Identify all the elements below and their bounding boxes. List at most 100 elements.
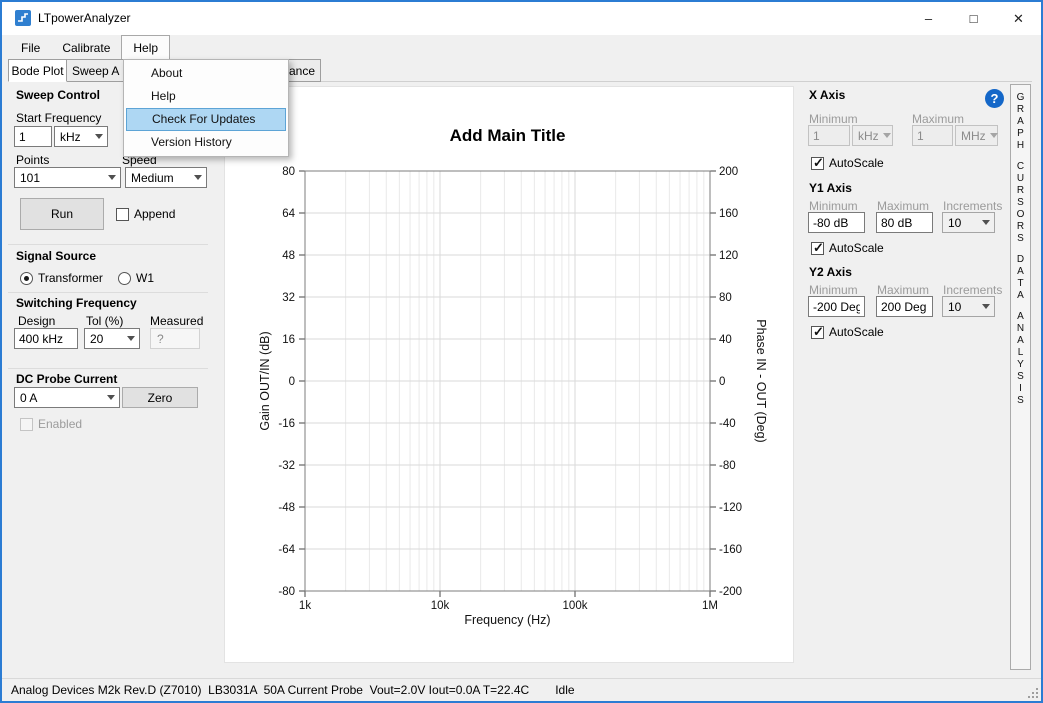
svg-text:-200: -200	[719, 586, 742, 598]
start-frequency-input[interactable]	[14, 126, 52, 147]
tab-bode-plot[interactable]: Bode Plot	[8, 59, 67, 82]
speed-select[interactable]: Medium	[125, 167, 207, 188]
svg-text:-48: -48	[278, 502, 295, 514]
side-tab-analysis[interactable]: ANALYSIS	[1015, 311, 1026, 407]
dc-probe-current-value: 0 A	[20, 391, 37, 405]
svg-text:Add Main Title: Add Main Title	[450, 126, 566, 145]
y1-increments-label: Increments	[943, 199, 1002, 213]
tolerance-select[interactable]: 20	[84, 328, 140, 349]
chevron-down-icon	[982, 304, 990, 309]
speed-value: Medium	[131, 171, 174, 185]
start-frequency-unit-value: kHz	[60, 130, 81, 144]
y2-autoscale-label: AutoScale	[829, 325, 884, 339]
transformer-radio-dot	[20, 272, 33, 285]
maximize-button[interactable]: □	[951, 2, 996, 35]
zero-button[interactable]: Zero	[122, 387, 198, 408]
append-label: Append	[134, 207, 175, 221]
signal-source-title: Signal Source	[16, 249, 96, 263]
transformer-radio[interactable]: Transformer	[20, 271, 103, 285]
minimize-button[interactable]: –	[906, 2, 951, 35]
x-axis-title: X Axis	[809, 88, 845, 102]
append-checkbox[interactable]: Append	[116, 207, 175, 221]
svg-text:40: 40	[719, 334, 732, 346]
close-button[interactable]: ✕	[996, 2, 1041, 35]
enabled-label: Enabled	[38, 417, 82, 431]
menu-item-version-history[interactable]: Version History	[126, 131, 286, 154]
enabled-checkbox-box	[20, 418, 33, 431]
y1-autoscale-label: AutoScale	[829, 241, 884, 255]
menu-help[interactable]: Help	[121, 35, 170, 61]
menu-calibrate[interactable]: Calibrate	[51, 35, 121, 61]
menu-item-help[interactable]: Help	[126, 85, 286, 108]
enabled-checkbox: Enabled	[20, 417, 82, 431]
y2-increments-value: 10	[948, 300, 961, 314]
y1-increments-select[interactable]: 10	[942, 212, 995, 233]
w1-radio[interactable]: W1	[118, 271, 154, 285]
x-autoscale-label: AutoScale	[829, 156, 884, 170]
side-tab-strip: GRAPH CURSORS DATA ANALYSIS	[1010, 84, 1031, 670]
chevron-down-icon	[194, 175, 202, 180]
y1-minimum-label: Minimum	[809, 199, 858, 213]
y2-minimum-input[interactable]	[808, 296, 865, 317]
design-frequency-input[interactable]	[14, 328, 78, 349]
start-frequency-unit-select[interactable]: kHz	[54, 126, 108, 147]
svg-text:1k: 1k	[299, 600, 311, 612]
svg-text:Gain OUT/IN (dB): Gain OUT/IN (dB)	[258, 331, 272, 430]
transformer-radio-label: Transformer	[38, 271, 103, 285]
menu-item-about[interactable]: About	[126, 62, 286, 85]
section-divider	[8, 368, 208, 369]
y1-minimum-input[interactable]	[808, 212, 865, 233]
window-title: LTpowerAnalyzer	[38, 2, 130, 35]
help-icon[interactable]: ?	[985, 89, 1004, 108]
menu-file[interactable]: File	[10, 35, 51, 61]
svg-text:Phase IN - OUT (Deg): Phase IN - OUT (Deg)	[754, 319, 768, 442]
status-state-text: Idle	[555, 683, 574, 697]
svg-text:48: 48	[282, 250, 295, 262]
help-menu-dropdown: About Help Check For Updates Version His…	[123, 59, 289, 157]
y2-maximum-input[interactable]	[876, 296, 933, 317]
measured-value-box: ?	[150, 328, 200, 349]
section-divider	[8, 244, 208, 245]
y1-maximum-input[interactable]	[876, 212, 933, 233]
side-tab-graph[interactable]: GRAPH	[1015, 92, 1026, 152]
x-minimum-label: Minimum	[809, 112, 858, 126]
resize-grip[interactable]	[1026, 686, 1039, 699]
svg-text:-80: -80	[278, 586, 295, 598]
y2-maximum-label: Maximum	[877, 283, 929, 297]
y1-axis-title: Y1 Axis	[809, 181, 852, 195]
menu-item-check-for-updates[interactable]: Check For Updates	[126, 108, 286, 131]
chevron-down-icon	[982, 220, 990, 225]
chevron-down-icon	[883, 133, 891, 138]
y1-autoscale-box	[811, 242, 824, 255]
y2-increments-select[interactable]: 10	[942, 296, 995, 317]
run-button[interactable]: Run	[20, 198, 104, 230]
svg-text:80: 80	[719, 292, 732, 304]
x-autoscale-checkbox[interactable]: AutoScale	[811, 156, 884, 170]
sweep-control-panel: Sweep Control Start Frequency kHz Points…	[8, 84, 218, 644]
x-minimum-unit-value: kHz	[858, 129, 879, 143]
y2-autoscale-checkbox[interactable]: AutoScale	[811, 325, 884, 339]
chevron-down-icon	[95, 134, 103, 139]
dc-probe-current-title: DC Probe Current	[16, 372, 117, 386]
side-tab-cursors[interactable]: CURSORS	[1015, 161, 1026, 245]
svg-text:160: 160	[719, 208, 738, 220]
svg-text:-160: -160	[719, 544, 742, 556]
svg-text:-40: -40	[719, 418, 736, 430]
y2-increments-label: Increments	[943, 283, 1002, 297]
start-frequency-label: Start Frequency	[16, 111, 101, 125]
tol-label: Tol (%)	[86, 314, 123, 328]
y1-autoscale-checkbox[interactable]: AutoScale	[811, 241, 884, 255]
side-tab-data[interactable]: DATA	[1015, 254, 1026, 302]
w1-radio-label: W1	[136, 271, 154, 285]
status-bar: Analog Devices M2k Rev.D (Z7010) LB3031A…	[2, 678, 1041, 701]
y2-minimum-label: Minimum	[809, 283, 858, 297]
points-select[interactable]: 101	[14, 167, 121, 188]
status-hardware-text: Analog Devices M2k Rev.D (Z7010) LB3031A…	[11, 683, 529, 697]
svg-text:10k: 10k	[431, 600, 450, 612]
svg-text:-64: -64	[278, 544, 295, 556]
svg-text:0: 0	[719, 376, 725, 388]
measured-label: Measured	[150, 314, 203, 328]
y2-axis-title: Y2 Axis	[809, 265, 852, 279]
tolerance-value: 20	[90, 332, 103, 346]
dc-probe-current-select[interactable]: 0 A	[14, 387, 120, 408]
